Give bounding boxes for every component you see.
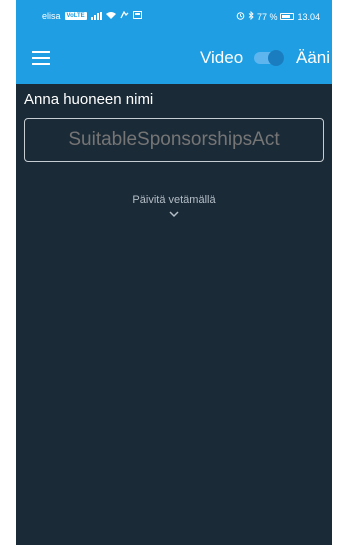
- pull-to-refresh-label: Päivitä vetämällä: [132, 194, 216, 206]
- notification-icon: [120, 10, 129, 21]
- chevron-down-icon: [169, 211, 179, 218]
- main-content: Anna huoneen nimi Päivitä vetämällä: [16, 84, 332, 545]
- audio-label: Ääni: [296, 48, 331, 67]
- status-bar: elisa VoLTE 77 % 13.04: [16, 0, 332, 32]
- battery-percent: 77 %: [256, 11, 278, 22]
- wifi-icon: [105, 11, 116, 21]
- video-label: Video: [200, 48, 244, 67]
- hamburger-menu-icon[interactable]: [32, 51, 50, 65]
- volte-badge: VoLTE: [64, 12, 87, 20]
- room-name-input[interactable]: [24, 118, 324, 162]
- battery-icon: [280, 13, 295, 20]
- status-right: 77 % 13.04: [236, 10, 320, 22]
- app-notification-icon: [132, 11, 142, 21]
- carrier-name: elisa: [42, 11, 61, 21]
- alarm-icon: [236, 11, 245, 22]
- signal-icon: [90, 12, 102, 20]
- video-audio-toggle[interactable]: [254, 50, 284, 66]
- clock: 13.04: [297, 11, 320, 22]
- app-bar: Video Ääni: [16, 32, 332, 84]
- room-name-label: Anna huoneen nimi: [24, 91, 154, 108]
- phone-screen: elisa VoLTE 77 % 13.04 Video Ääni Anna h…: [16, 0, 332, 545]
- toggle-thumb: [268, 50, 284, 66]
- bluetooth-icon: [248, 10, 254, 22]
- status-left: elisa VoLTE: [42, 10, 142, 21]
